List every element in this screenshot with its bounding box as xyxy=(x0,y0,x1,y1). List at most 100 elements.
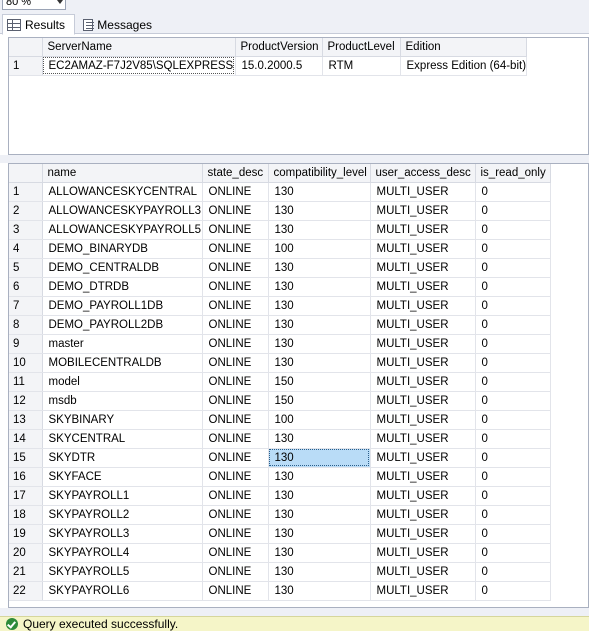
column-header-edition[interactable]: Edition xyxy=(400,38,528,57)
row-number[interactable]: 3 xyxy=(9,220,43,240)
column-header-is-read-only[interactable]: is_read_only xyxy=(475,164,551,183)
cell-user-access-desc[interactable]: MULTI_USER xyxy=(370,296,476,316)
cell-name[interactable]: ALLOWANCESKYPAYROLL3 xyxy=(42,201,203,221)
cell-name[interactable]: SKYFACE xyxy=(42,467,203,487)
table-row[interactable]: 18 SKYPAYROLL2 ONLINE 130 MULTI_USER 0 xyxy=(9,505,551,525)
cell-name[interactable]: SKYPAYROLL4 xyxy=(42,543,203,563)
table-row[interactable]: 9 master ONLINE 130 MULTI_USER 0 xyxy=(9,334,551,354)
cell-state-desc[interactable]: ONLINE xyxy=(202,182,269,202)
cell-name[interactable]: DEMO_PAYROLL1DB xyxy=(42,296,203,316)
cell-state-desc[interactable]: ONLINE xyxy=(202,429,269,449)
row-number[interactable]: 10 xyxy=(9,353,43,373)
grid-corner[interactable] xyxy=(9,164,43,183)
result-grid-databases[interactable]: name state_desc compatibility_level user_ac… xyxy=(8,163,589,608)
table-row[interactable]: 20 SKYPAYROLL4 ONLINE 130 MULTI_USER 0 xyxy=(9,543,551,563)
row-number[interactable]: 1 xyxy=(9,56,43,76)
table-row[interactable]: 7 DEMO_PAYROLL1DB ONLINE 130 MULTI_USER 0 xyxy=(9,296,551,316)
cell-is-read-only[interactable]: 0 xyxy=(475,353,551,373)
column-header-compatibility-level[interactable]: compatibility_level xyxy=(268,164,371,183)
cell-compatibility-level[interactable]: 130 xyxy=(268,201,371,221)
cell-state-desc[interactable]: ONLINE xyxy=(202,486,269,506)
cell-state-desc[interactable]: ONLINE xyxy=(202,201,269,221)
table-row[interactable]: 1 EC2AMAZ-F7J2V85\SQLEXPRESS 15.0.2000.5 RT… xyxy=(9,56,528,76)
grid-splitter[interactable] xyxy=(0,155,589,163)
cell-is-read-only[interactable]: 0 xyxy=(475,334,551,354)
cell-compatibility-level[interactable]: 130 xyxy=(268,524,371,544)
cell-name[interactable]: SKYPAYROLL3 xyxy=(42,524,203,544)
cell-name[interactable]: DEMO_PAYROLL2DB xyxy=(42,315,203,335)
cell-state-desc[interactable]: ONLINE xyxy=(202,543,269,563)
table-row[interactable]: 1 ALLOWANCESKYCENTRAL ONLINE 130 MULTI_USER 0 xyxy=(9,182,551,202)
cell-state-desc[interactable]: ONLINE xyxy=(202,277,269,297)
chevron-down-icon[interactable] xyxy=(57,0,63,4)
cell-user-access-desc[interactable]: MULTI_USER xyxy=(370,239,476,259)
row-number[interactable]: 1 xyxy=(9,182,43,202)
cell-is-read-only[interactable]: 0 xyxy=(475,372,551,392)
cell-user-access-desc[interactable]: MULTI_USER xyxy=(370,486,476,506)
cell-state-desc[interactable]: ONLINE xyxy=(202,391,269,411)
cell-compatibility-level[interactable]: 130 xyxy=(268,334,371,354)
cell-is-read-only[interactable]: 0 xyxy=(475,220,551,240)
cell-user-access-desc[interactable]: MULTI_USER xyxy=(370,467,476,487)
table-row[interactable]: 16 SKYFACE ONLINE 130 MULTI_USER 0 xyxy=(9,467,551,487)
column-header-servername[interactable]: ServerName xyxy=(42,38,236,57)
tab-results[interactable]: Results xyxy=(2,14,75,35)
cell-user-access-desc[interactable]: MULTI_USER xyxy=(370,448,476,468)
table-row[interactable]: 10 MOBILECENTRALDB ONLINE 130 MULTI_USER 0 xyxy=(9,353,551,373)
cell-name[interactable]: SKYCENTRAL xyxy=(42,429,203,449)
row-number[interactable]: 5 xyxy=(9,258,43,278)
cell-name[interactable]: DEMO_BINARYDB xyxy=(42,239,203,259)
cell-compatibility-level[interactable]: 100 xyxy=(268,239,371,259)
table-row[interactable]: 22 SKYPAYROLL6 ONLINE 130 MULTI_USER 0 xyxy=(9,581,551,601)
cell-is-read-only[interactable]: 0 xyxy=(475,201,551,221)
cell-user-access-desc[interactable]: MULTI_USER xyxy=(370,581,476,601)
cell-state-desc[interactable]: ONLINE xyxy=(202,524,269,544)
cell-state-desc[interactable]: ONLINE xyxy=(202,334,269,354)
table-row[interactable]: 15 SKYDTR ONLINE 130 MULTI_USER 0 xyxy=(9,448,551,468)
table-row[interactable]: 3 ALLOWANCESKYPAYROLL5 ONLINE 130 MULTI_USER… xyxy=(9,220,551,240)
cell-user-access-desc[interactable]: MULTI_USER xyxy=(370,505,476,525)
cell-is-read-only[interactable]: 0 xyxy=(475,467,551,487)
row-number[interactable]: 15 xyxy=(9,448,43,468)
cell-is-read-only[interactable]: 0 xyxy=(475,448,551,468)
cell-is-read-only[interactable]: 0 xyxy=(475,581,551,601)
cell-is-read-only[interactable]: 0 xyxy=(475,277,551,297)
cell-state-desc[interactable]: ONLINE xyxy=(202,410,269,430)
table-row[interactable]: 8 DEMO_PAYROLL2DB ONLINE 130 MULTI_USER 0 xyxy=(9,315,551,335)
cell-name[interactable]: SKYBINARY xyxy=(42,410,203,430)
cell-is-read-only[interactable]: 0 xyxy=(475,391,551,411)
cell-state-desc[interactable]: ONLINE xyxy=(202,562,269,582)
cell-edition[interactable]: Express Edition (64-bit) xyxy=(400,56,528,76)
row-number[interactable]: 18 xyxy=(9,505,43,525)
cell-state-desc[interactable]: ONLINE xyxy=(202,372,269,392)
cell-name[interactable]: ALLOWANCESKYCENTRAL xyxy=(42,182,203,202)
row-number[interactable]: 20 xyxy=(9,543,43,563)
cell-user-access-desc[interactable]: MULTI_USER xyxy=(370,391,476,411)
cell-user-access-desc[interactable]: MULTI_USER xyxy=(370,372,476,392)
cell-name[interactable]: SKYPAYROLL6 xyxy=(42,581,203,601)
column-header-productlevel[interactable]: ProductLevel xyxy=(322,38,401,57)
row-number[interactable]: 7 xyxy=(9,296,43,316)
cell-user-access-desc[interactable]: MULTI_USER xyxy=(370,524,476,544)
cell-is-read-only[interactable]: 0 xyxy=(475,182,551,202)
cell-user-access-desc[interactable]: MULTI_USER xyxy=(370,562,476,582)
cell-is-read-only[interactable]: 0 xyxy=(475,258,551,278)
row-number[interactable]: 8 xyxy=(9,315,43,335)
row-number[interactable]: 19 xyxy=(9,524,43,544)
cell-state-desc[interactable]: ONLINE xyxy=(202,353,269,373)
cell-user-access-desc[interactable]: MULTI_USER xyxy=(370,334,476,354)
cell-state-desc[interactable]: ONLINE xyxy=(202,258,269,278)
table-row[interactable]: 6 DEMO_DTRDB ONLINE 130 MULTI_USER 0 xyxy=(9,277,551,297)
cell-state-desc[interactable]: ONLINE xyxy=(202,467,269,487)
table-row[interactable]: 12 msdb ONLINE 150 MULTI_USER 0 xyxy=(9,391,551,411)
cell-name[interactable]: SKYPAYROLL1 xyxy=(42,486,203,506)
cell-is-read-only[interactable]: 0 xyxy=(475,524,551,544)
cell-compatibility-level[interactable]: 130 xyxy=(268,277,371,297)
row-number[interactable]: 13 xyxy=(9,410,43,430)
table-row[interactable]: 14 SKYCENTRAL ONLINE 130 MULTI_USER 0 xyxy=(9,429,551,449)
table-row[interactable]: 11 model ONLINE 150 MULTI_USER 0 xyxy=(9,372,551,392)
cell-state-desc[interactable]: ONLINE xyxy=(202,239,269,259)
cell-user-access-desc[interactable]: MULTI_USER xyxy=(370,543,476,563)
cell-compatibility-level[interactable]: 130 xyxy=(268,258,371,278)
cell-compatibility-level[interactable]: 130 xyxy=(268,220,371,240)
